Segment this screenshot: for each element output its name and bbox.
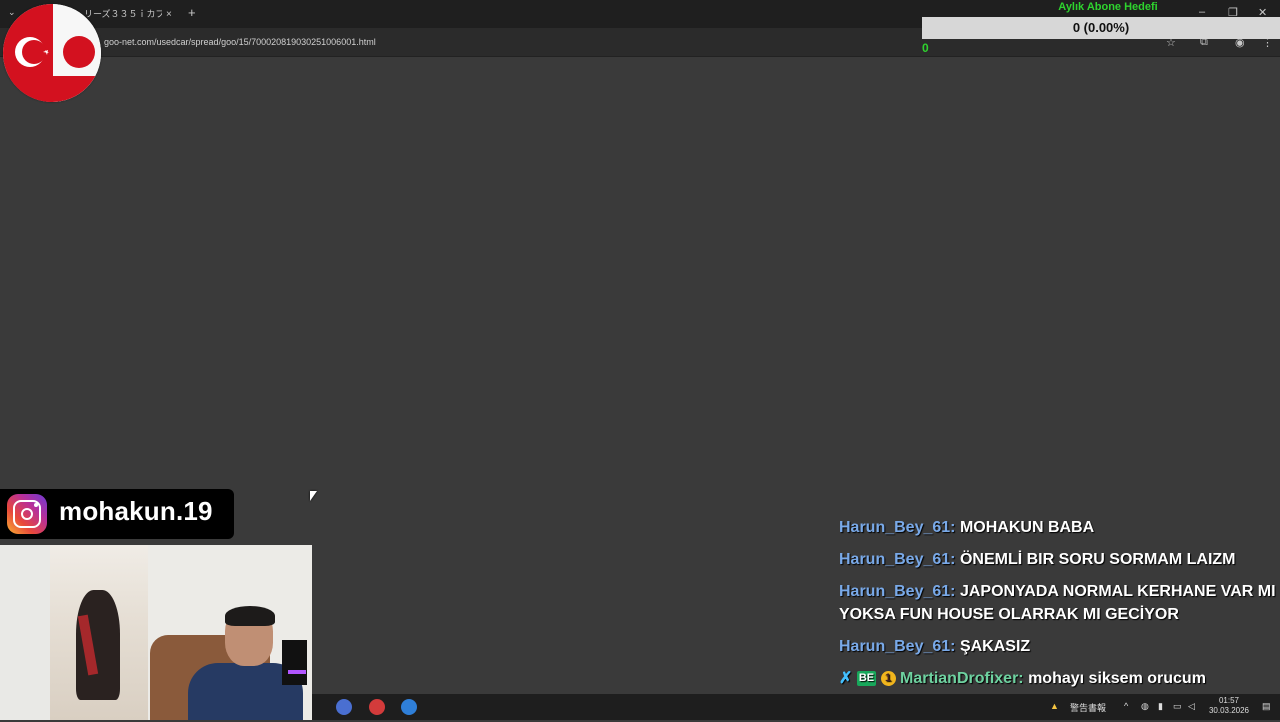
webcam-feed [0,545,312,720]
chat-username: Harun_Bey_61: [839,551,956,568]
chat-username: Harun_Bey_61: [839,638,956,655]
channel-logo [3,4,101,102]
chat-message: Harun_Bey_61: JAPONYADA NORMAL KERHANE V… [839,580,1279,626]
chat-message: Harun_Bey_61: ÖNEMLİ BIR SORU SORMAM LAI… [839,548,1279,571]
instagram-handle: mohakun.19 [59,496,213,526]
chat-username: MartianDrofixer: [900,670,1024,687]
instagram-icon [7,494,47,534]
subscriber-goal: Aylık Abone Hedefi 0 (0.00%) 0 [922,0,1280,56]
mic-icon[interactable]: ▮ [1158,701,1163,712]
chat-message: Harun_Bey_61: MOHAKUN BABA [839,516,1279,539]
clock-date: 30.03.2026 [1208,706,1250,715]
instagram-banner: mohakun.19 [0,489,234,539]
new-tab-button[interactable]: + [188,5,196,21]
goal-title: Aylık Abone Hedefi [1058,1,1158,13]
display-icon[interactable]: ▭ [1173,701,1182,712]
bits-badge-icon: 1 [880,671,896,686]
obs-app-icon[interactable] [369,699,385,715]
chat-text: MOHAKUN BABA [959,519,1095,536]
chat-username: Harun_Bey_61: [839,583,956,600]
clock[interactable]: 01:57 30.03.2026 [1204,696,1254,716]
wall-poster [50,545,148,720]
goal-progress-text: 0 (0.00%) [1072,20,1130,35]
warning-icon[interactable]: ▲ [1050,701,1059,711]
subscriber-badge-icon: BE [856,671,877,686]
chat-message: Harun_Bey_61: ŞAKASIZ [839,635,1279,658]
mouse-cursor [310,491,317,501]
tray-label[interactable]: 警告書報 [1070,701,1106,714]
browser-app-icon[interactable] [336,699,352,715]
chat-text: ÖNEMLİ BIR SORU SORMAM LAIZM [959,551,1236,568]
chat-username: Harun_Bey_61: [839,519,956,536]
chat-overlay: Harun_Bey_61: MOHAKUN BABA Harun_Bey_61:… [839,516,1279,722]
microphone [282,640,307,685]
notifications-icon[interactable]: ▤ [1262,701,1271,712]
clock-time: 01:57 [1218,696,1240,705]
chat-text: ŞAKASIZ [959,638,1031,655]
tab-close-button[interactable]: × [166,5,172,24]
volume-icon[interactable]: ◁ [1188,701,1195,712]
url-field[interactable]: goo-net.com/usedcar/spread/goo/15/700020… [104,37,376,47]
goal-count: 0 [922,41,929,55]
chevron-up-icon[interactable]: ^ [1124,701,1128,711]
flags-icon [15,36,95,68]
taskbar: ▲ 警告書報 ^ ◍ ▮ ▭ ◁ 01:57 30.03.2026 ▤ [312,694,1280,720]
steam-app-icon[interactable] [401,699,417,715]
goal-progress-bar: 0 (0.00%) [922,17,1280,39]
network-icon[interactable]: ◍ [1141,701,1149,712]
moderator-badge-icon: ✗ [839,670,853,687]
